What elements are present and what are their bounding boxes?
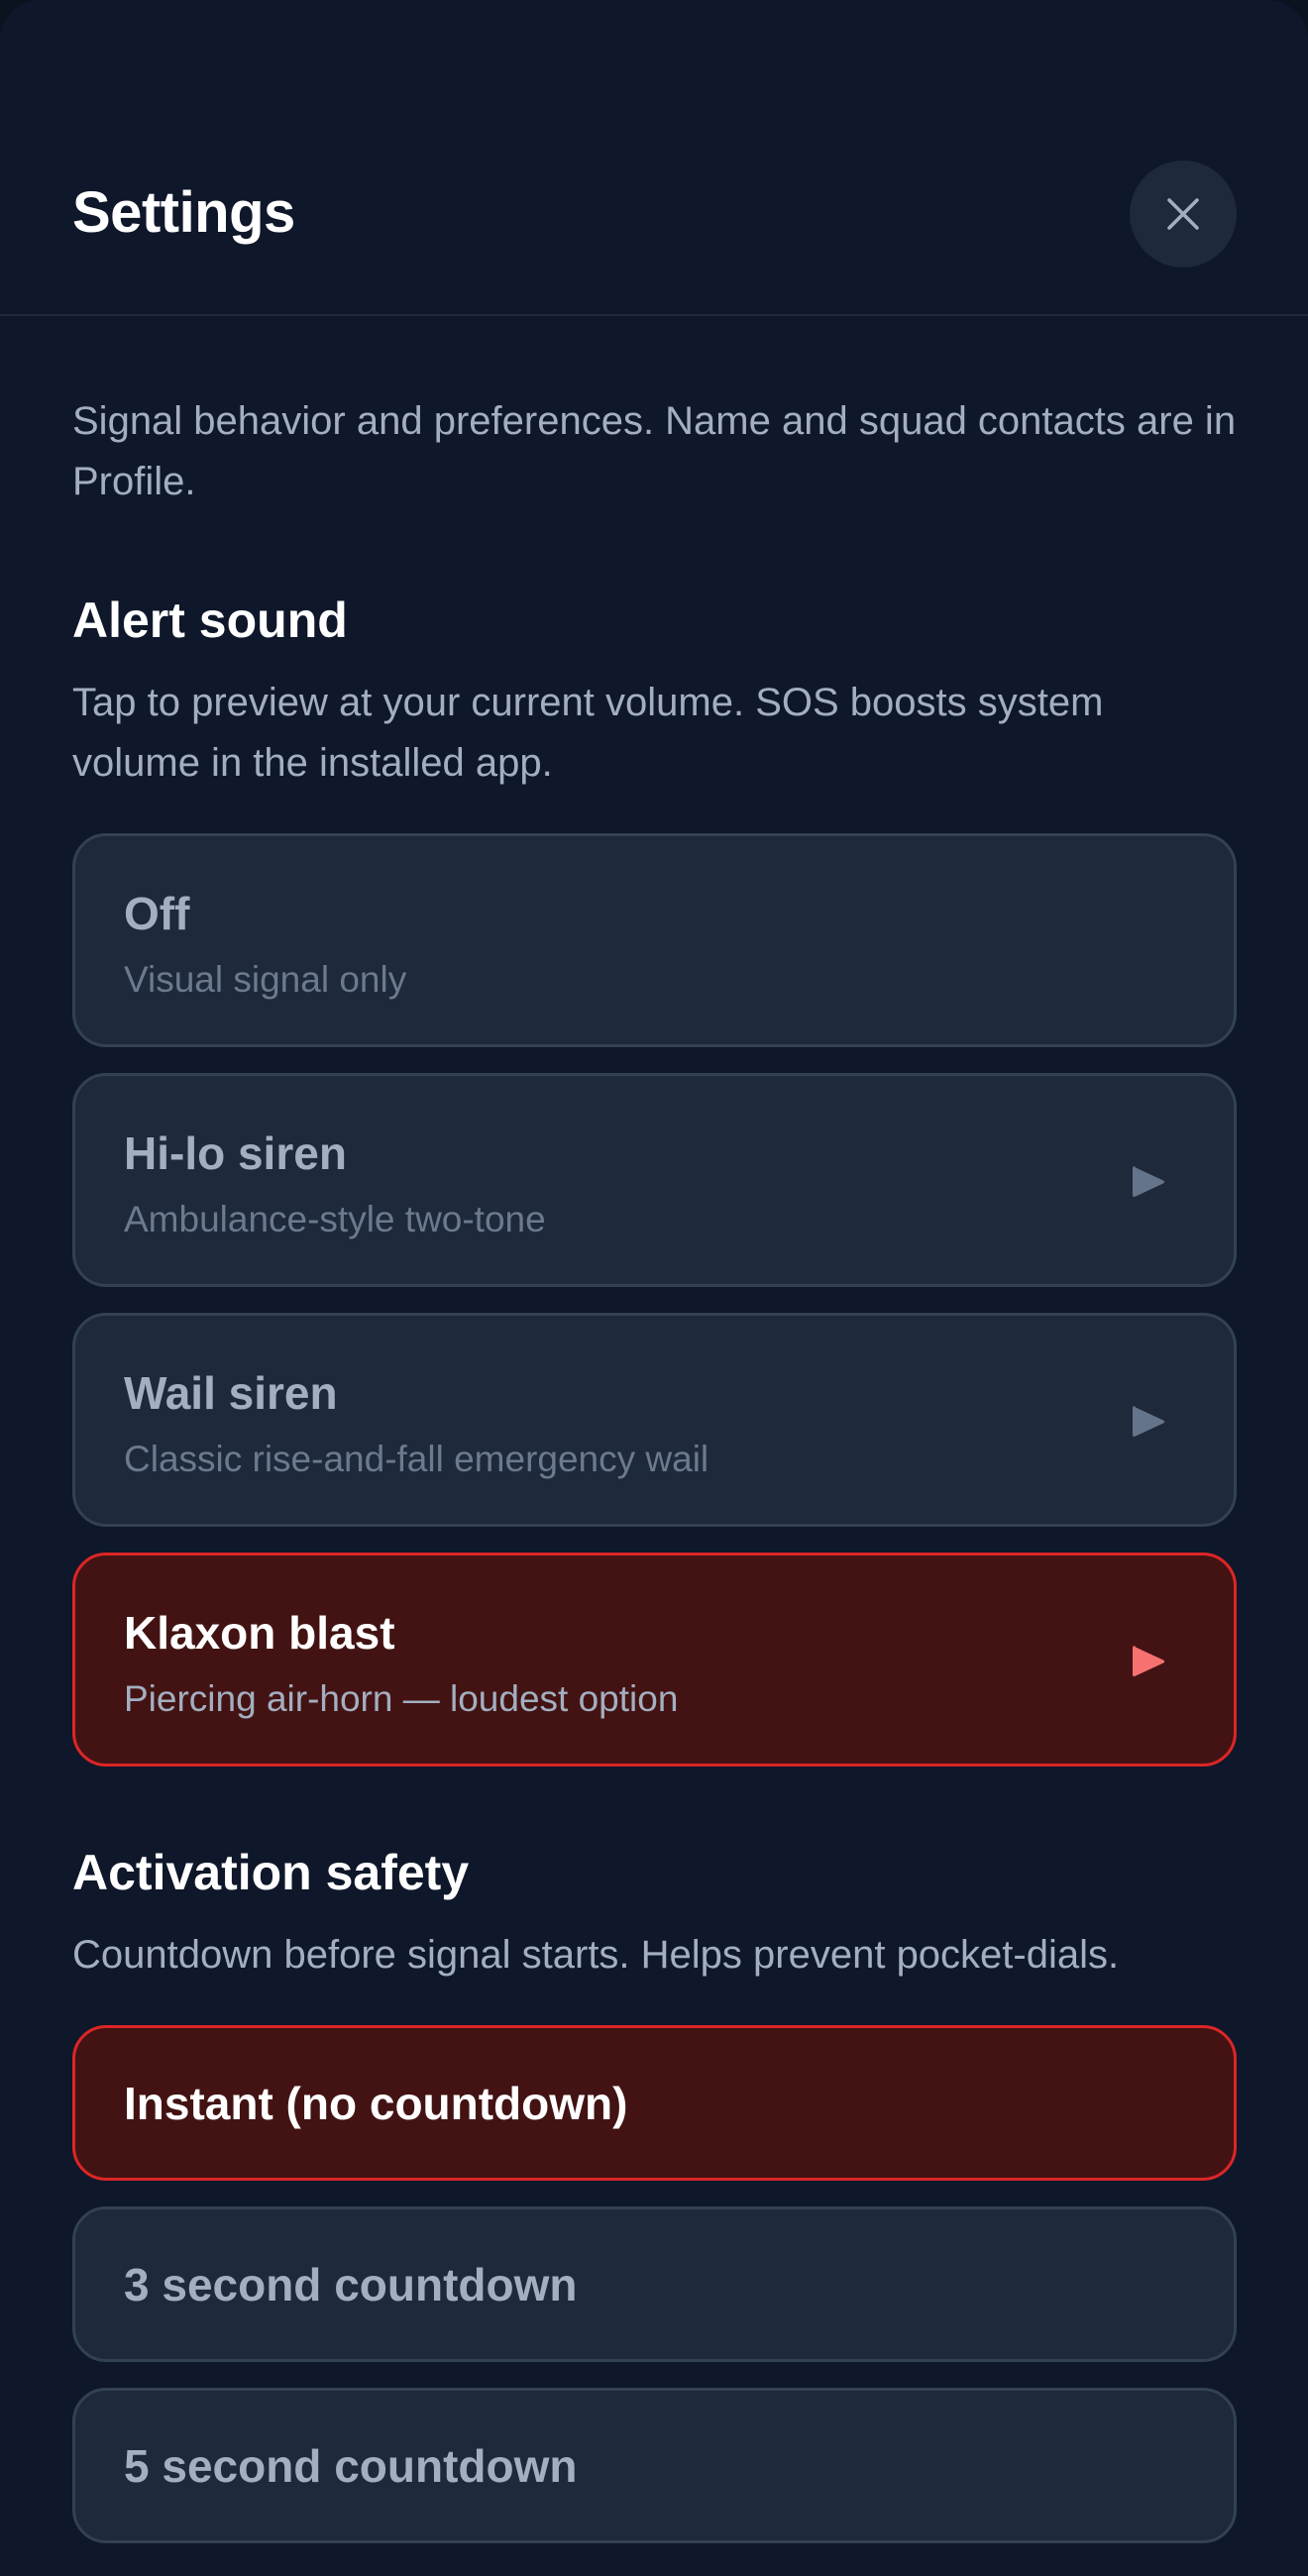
play-icon: [1133, 1166, 1165, 1197]
page-title: Settings: [72, 180, 295, 245]
alert-sound-heading: Alert sound: [72, 592, 348, 648]
option-label: Wail siren: [124, 1367, 338, 1419]
settings-content: Signal behavior and preferences. Name an…: [72, 316, 1237, 2569]
countdown-option-3-seconds[interactable]: 3 second countdown: [72, 2206, 1237, 2362]
alert-sound-description: Tap to preview at your current volume. S…: [72, 681, 1104, 785]
play-icon: [1133, 1406, 1165, 1437]
preview-play-button[interactable]: [1124, 1637, 1173, 1686]
countdown-option-5-seconds[interactable]: 5 second countdown: [72, 2388, 1237, 2543]
play-icon: [1133, 1646, 1165, 1676]
sound-option-off[interactable]: Off Visual signal only: [72, 833, 1237, 1047]
activation-safety-description: Countdown before signal starts. Helps pr…: [72, 1933, 1120, 1977]
intro-text: Signal behavior and preferences. Name an…: [72, 399, 1237, 503]
sound-option-klaxon-blast[interactable]: Klaxon blast Piercing air-horn — loudest…: [72, 1553, 1237, 1767]
option-label: 5 second countdown: [124, 2440, 578, 2492]
option-label: 3 second countdown: [124, 2259, 578, 2310]
close-icon: [1167, 198, 1199, 230]
preview-play-button[interactable]: [1124, 1397, 1173, 1447]
option-sublabel: Piercing air-horn — loudest option: [124, 1678, 679, 1719]
settings-sheet: Settings Signal behavior and preferences…: [0, 0, 1308, 2576]
activation-safety-options: Instant (no countdown) 3 second countdow…: [72, 2025, 1237, 2543]
option-label: Instant (no countdown): [124, 2078, 628, 2129]
alert-sound-options: Off Visual signal only Hi-lo siren Ambul…: [72, 833, 1237, 1767]
sound-option-wail-siren[interactable]: Wail siren Classic rise-and-fall emergen…: [72, 1313, 1237, 1527]
option-label: Klaxon blast: [124, 1607, 395, 1659]
settings-header: Settings: [0, 0, 1308, 316]
option-sublabel: Classic rise-and-fall emergency wail: [124, 1439, 709, 1479]
countdown-option-instant[interactable]: Instant (no countdown): [72, 2025, 1237, 2181]
sound-option-hi-lo-siren[interactable]: Hi-lo siren Ambulance-style two-tone: [72, 1073, 1237, 1287]
close-button[interactable]: [1130, 161, 1237, 268]
option-sublabel: Ambulance-style two-tone: [124, 1199, 546, 1239]
option-label: Off: [124, 888, 190, 939]
preview-play-button[interactable]: [1124, 1157, 1173, 1207]
option-sublabel: Visual signal only: [124, 959, 407, 1000]
option-label: Hi-lo siren: [124, 1127, 347, 1179]
activation-safety-heading: Activation safety: [72, 1845, 470, 1900]
